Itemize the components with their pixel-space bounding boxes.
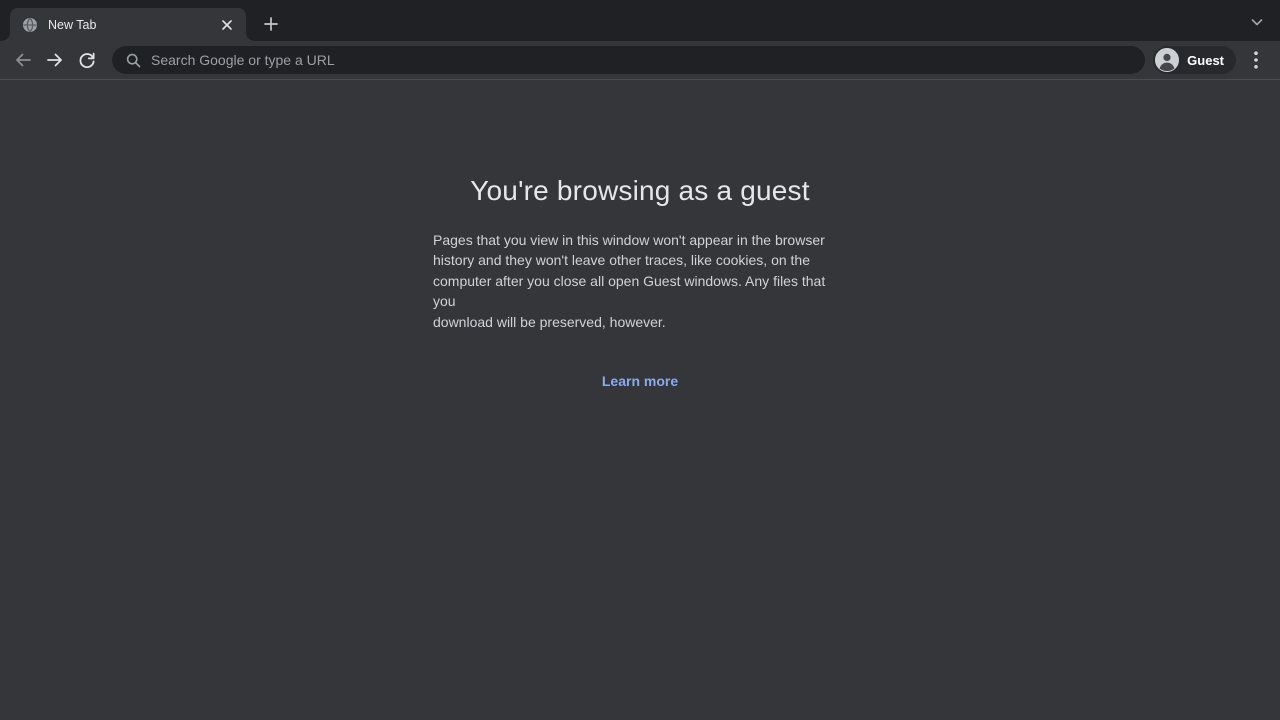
three-dot-menu-icon	[1254, 51, 1258, 69]
guest-description: Pages that you view in this window won't…	[433, 230, 847, 332]
reload-icon	[77, 50, 97, 70]
tab-new-tab[interactable]: New Tab	[10, 8, 246, 41]
tab-close-icon[interactable]	[218, 16, 236, 34]
browser-menu-button[interactable]	[1242, 46, 1270, 74]
omnibox-input[interactable]	[151, 52, 1131, 68]
back-button[interactable]	[8, 45, 38, 75]
back-arrow-icon	[13, 50, 33, 70]
plus-icon	[264, 17, 278, 31]
learn-more-link[interactable]: Learn more	[602, 373, 678, 389]
tab-title: New Tab	[48, 18, 218, 32]
chevron-down-icon[interactable]	[1244, 9, 1270, 35]
forward-arrow-icon	[45, 50, 65, 70]
page-title: You're browsing as a guest	[470, 175, 810, 207]
guest-ntp: You're browsing as a guest Pages that yo…	[0, 80, 1280, 720]
omnibox[interactable]	[112, 46, 1145, 74]
browser-window: New Tab	[0, 0, 1280, 720]
toolbar: Guest	[0, 41, 1280, 80]
profile-button[interactable]: Guest	[1153, 46, 1236, 74]
new-tab-button[interactable]	[258, 11, 284, 37]
search-icon	[126, 53, 141, 68]
profile-label: Guest	[1187, 53, 1224, 68]
globe-favicon-icon	[22, 17, 38, 33]
forward-button[interactable]	[40, 45, 70, 75]
tab-strip: New Tab	[0, 0, 1280, 41]
reload-button[interactable]	[72, 45, 102, 75]
guest-avatar-icon	[1155, 48, 1179, 72]
